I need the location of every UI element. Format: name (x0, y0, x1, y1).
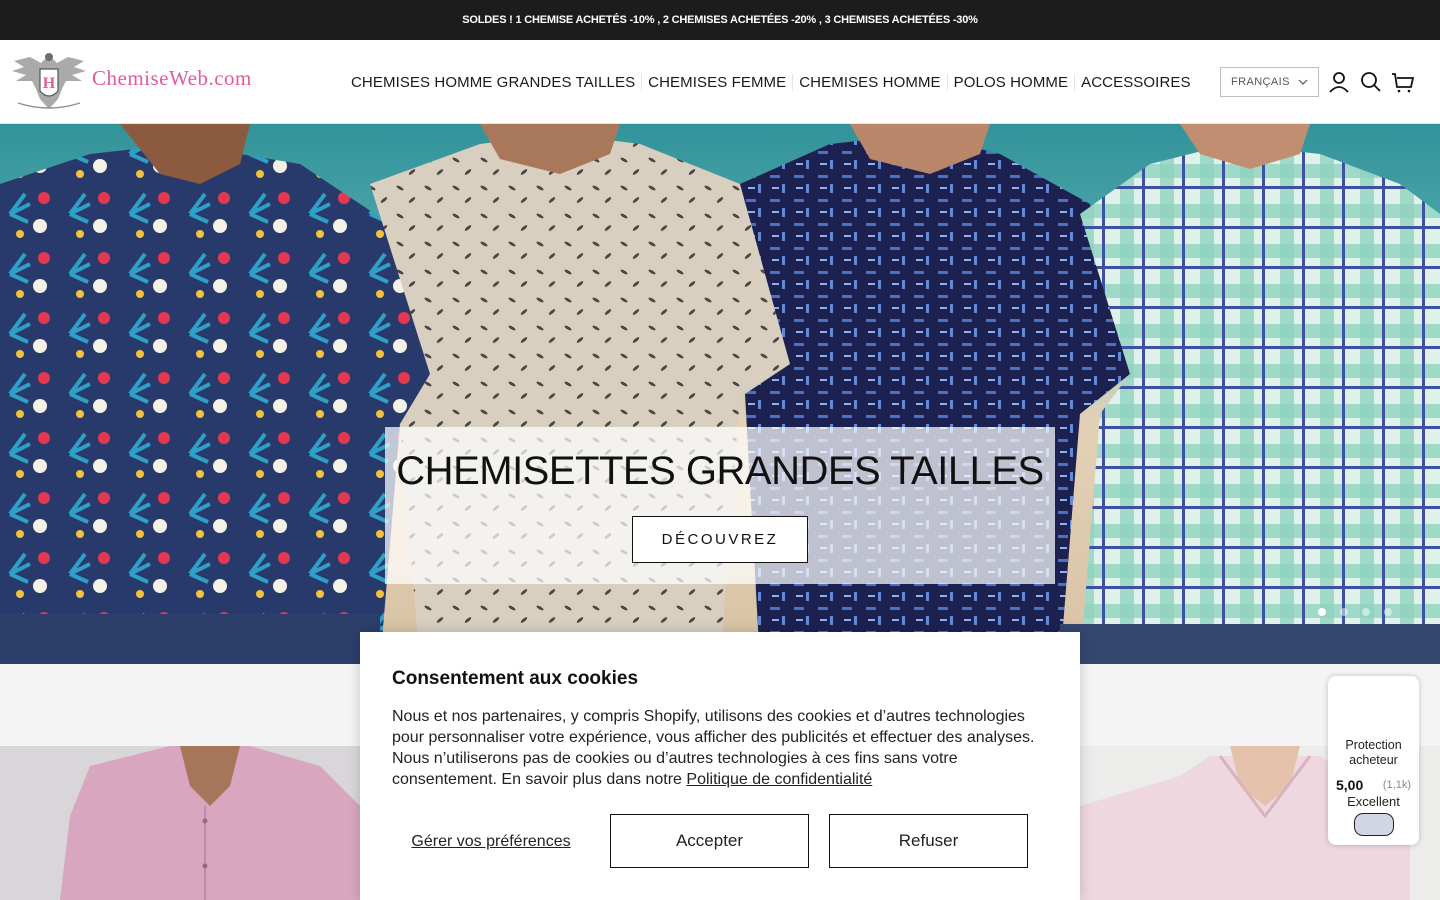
announcement-bar: SOLDES ! 1 CHEMISE ACHETÉS -10% , 2 CHEM… (0, 0, 1440, 40)
language-label: FRANÇAIS (1231, 76, 1290, 88)
badge-review-count: (1,1k) (1382, 779, 1411, 791)
pink-shirt-man-image (60, 746, 360, 900)
accept-button[interactable]: Accepter (610, 814, 809, 868)
hero-title: CHEMISETTES GRANDES TAILLES (396, 449, 1044, 493)
badge-score: 5,00 (1336, 777, 1364, 793)
account-icon[interactable] (1327, 70, 1351, 94)
announcement-text: SOLDES ! 1 CHEMISE ACHETÉS -10% , 2 CHEM… (462, 14, 978, 26)
cookie-title: Consentement aux cookies (392, 668, 639, 689)
badge-rating-label: Excellent (1347, 794, 1400, 809)
slider-dot-3[interactable] (1362, 608, 1370, 616)
nav-item-chemises-homme-grandes-tailles[interactable]: CHEMISES HOMME GRANDES TAILLES (345, 74, 641, 91)
crest-logo-icon: H (12, 53, 86, 109)
search-icon[interactable] (1359, 70, 1383, 94)
decline-button[interactable]: Refuser (829, 814, 1028, 868)
slider-dots (1318, 608, 1392, 616)
cart-icon[interactable] (1391, 70, 1415, 94)
nav-item-polos-homme[interactable]: POLOS HOMME (946, 73, 1074, 91)
hero-caption: CHEMISETTES GRANDES TAILLES DÉCOUVREZ (385, 427, 1055, 584)
privacy-policy-link[interactable]: Politique de confidentialité (686, 771, 872, 788)
language-selector[interactable]: FRANÇAIS (1220, 67, 1319, 97)
logo-text: ChemiseWeb.com (92, 65, 252, 90)
chevron-down-icon (1298, 79, 1308, 85)
cookie-body: Nous et nos partenaires, y compris Shopi… (392, 706, 1048, 790)
slider-dot-4[interactable] (1384, 608, 1392, 616)
svg-text:H: H (43, 75, 56, 92)
nav-item-accessoires[interactable]: ACCESSOIRES (1074, 73, 1196, 91)
product-image-men[interactable] (0, 746, 360, 900)
slider-dot-2[interactable] (1340, 608, 1348, 616)
slider-dot-1[interactable] (1318, 608, 1326, 616)
logo[interactable]: H ChemiseWeb.com (10, 48, 280, 116)
cookie-actions: Gérer vos préférences Accepter Refuser (392, 814, 1048, 868)
hero-banner: CHEMISETTES GRANDES TAILLES DÉCOUVREZ (0, 124, 1440, 664)
cookie-consent-dialog: Consentement aux cookies Nous et nos par… (360, 632, 1080, 900)
badge-title: Protection acheteur (1345, 738, 1402, 767)
nav-item-chemises-homme[interactable]: CHEMISES HOMME (792, 73, 946, 91)
main-nav: CHEMISES HOMME GRANDES TAILLES CHEMISES … (345, 40, 1197, 124)
buyer-protection-badge[interactable]: Protection acheteur 5,00 (1,1k) Excellen… (1328, 676, 1419, 845)
site-header: H ChemiseWeb.com CHEMISES HOMME GRANDES … (0, 40, 1440, 124)
discover-button[interactable]: DÉCOUVREZ (632, 516, 808, 563)
badge-toggle[interactable] (1354, 813, 1394, 836)
nav-item-chemises-femme[interactable]: CHEMISES FEMME (641, 73, 792, 91)
manage-preferences-button[interactable]: Gérer vos préférences (392, 814, 590, 868)
